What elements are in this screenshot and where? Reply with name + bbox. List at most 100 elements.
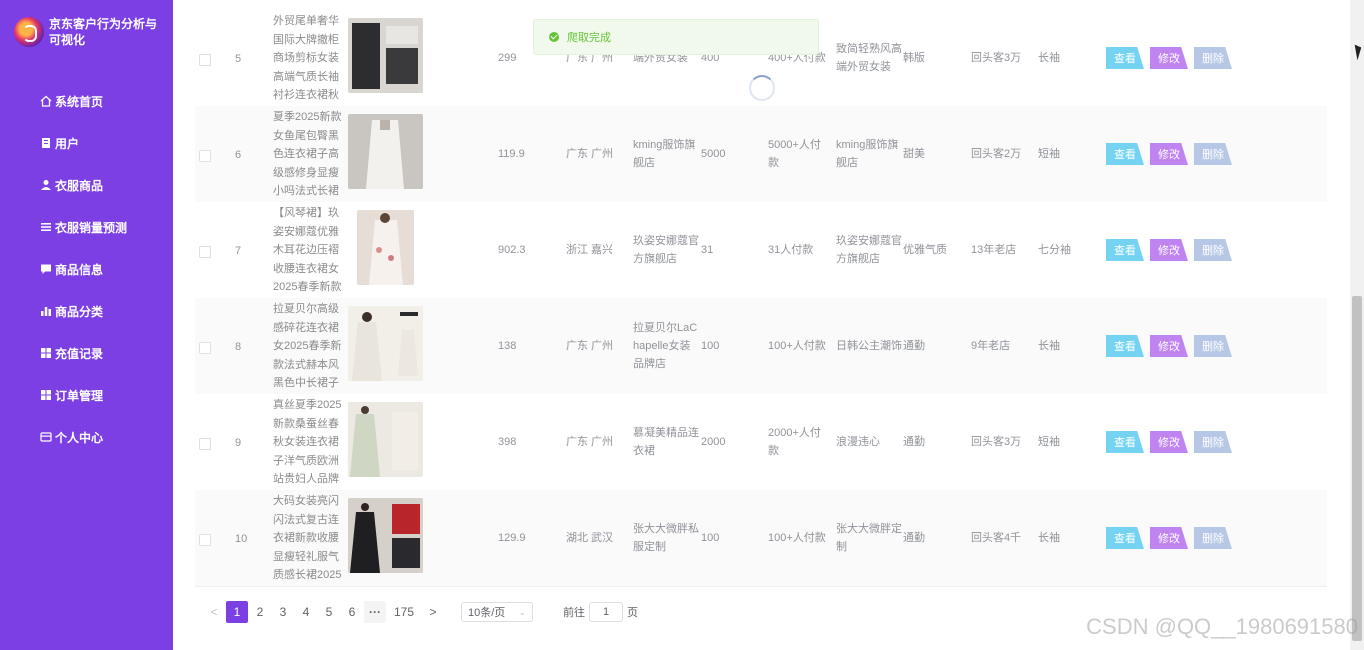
toast-message: 爬取完成 [567, 32, 611, 44]
price: 299 [498, 52, 517, 64]
sidebar-item-recharge[interactable]: 充值记录 [0, 332, 173, 374]
payment-count: 100+人付款 [768, 532, 826, 544]
row-index: 10 [235, 533, 248, 545]
delete-button[interactable]: 删除 [1194, 47, 1232, 69]
repurchase: 回头客3万 [971, 52, 1022, 64]
shop-name: 张大大微胖私服定制 [633, 523, 699, 553]
table-row: 9 真丝夏季2025新款桑蚕丝春秋女装连衣裙子洋气质欧洲站贵妇人品牌 398 广… [195, 394, 1327, 491]
page-6-button[interactable]: 6 [341, 601, 363, 623]
sleeve: 长袖 [1038, 532, 1060, 544]
row-checkbox[interactable] [199, 246, 211, 258]
table-row: 10 大码女装亮闪闪法式复古连衣裙新款收腰显瘦轻礼服气质感长裙2025 129.… [195, 490, 1327, 587]
product-name: 外贸尾单奢华国际大牌撤柜商场剪标女装高端气质长袖衬衫连衣裙秋 [273, 15, 339, 101]
loading-spinner-icon [749, 75, 775, 101]
style: 优雅气质 [903, 244, 947, 256]
row-checkbox[interactable] [199, 438, 211, 450]
prev-page-button[interactable]: < [203, 601, 225, 623]
page-2-button[interactable]: 2 [249, 601, 271, 623]
last-page-button[interactable]: 175 [393, 601, 415, 623]
page-1-button[interactable]: 1 [226, 601, 248, 623]
table-row: 7 【风琴裙】玖姿安娜蔻优雅木耳花边压褶收腰连衣裙女2025春季新款 902.3… [195, 202, 1327, 299]
delete-button[interactable]: 删除 [1194, 527, 1232, 549]
repurchase: 回头客2万 [971, 148, 1022, 160]
view-button[interactable]: 查看 [1106, 335, 1144, 357]
sidebar: 京东客户行为分析与可视化 系统首页 用户 衣服商品 衣服销量预测 商品信息 商品… [0, 0, 173, 650]
price: 398 [498, 436, 517, 448]
product-image [348, 498, 423, 573]
sidebar-item-clothing[interactable]: 衣服商品 [0, 164, 173, 206]
profile-icon [40, 431, 52, 443]
repurchase: 回头客4千 [971, 532, 1022, 544]
delete-button[interactable]: 删除 [1194, 239, 1232, 261]
sidebar-item-sales-forecast[interactable]: 衣服销量预测 [0, 206, 173, 248]
app-title: 京东客户行为分析与可视化 [49, 17, 158, 47]
page-3-button[interactable]: 3 [272, 601, 294, 623]
brand: 京东客户行为分析与可视化 [14, 16, 169, 48]
sidebar-item-profile[interactable]: 个人中心 [0, 416, 173, 458]
more-pages-button[interactable]: ··· [364, 601, 386, 623]
delete-button[interactable]: 删除 [1194, 143, 1232, 165]
sidebar-item-orders[interactable]: 订单管理 [0, 374, 173, 416]
edit-button[interactable]: 修改 [1150, 335, 1188, 357]
product-name: 大码女装亮闪闪法式复古连衣裙新款收腰显瘦轻礼服气质感长裙2025 [273, 495, 342, 581]
sleeve: 七分袖 [1038, 244, 1071, 256]
location: 湖北 武汉 [566, 532, 614, 544]
edit-button[interactable]: 修改 [1150, 239, 1188, 261]
brand-name: kming服饰旗舰店 [836, 139, 899, 169]
row-index: 6 [235, 149, 242, 161]
row-checkbox[interactable] [199, 54, 211, 66]
payment-count: 2000+人付款 [768, 427, 821, 457]
next-page-button[interactable]: > [422, 601, 444, 623]
style: 通勤 [903, 532, 925, 544]
vertical-scrollbar[interactable] [1350, 0, 1364, 650]
edit-button[interactable]: 修改 [1150, 143, 1188, 165]
view-button[interactable]: 查看 [1106, 431, 1144, 453]
table-row: 6 夏季2025新款女鱼尾包臀黑色连衣裙子高级感修身显瘦小吗法式长裙 119.9… [195, 106, 1327, 203]
repurchase: 回头客3万 [971, 436, 1022, 448]
payment-count: 31人付款 [768, 244, 814, 256]
grid-icon [40, 347, 52, 359]
style: 甜美 [903, 148, 925, 160]
delete-button[interactable]: 删除 [1194, 335, 1232, 357]
view-button[interactable]: 查看 [1106, 527, 1144, 549]
sidebar-item-product-info[interactable]: 商品信息 [0, 248, 173, 290]
sidebar-item-home[interactable]: 系统首页 [0, 80, 173, 122]
page-5-button[interactable]: 5 [318, 601, 340, 623]
delete-button[interactable]: 删除 [1194, 431, 1232, 453]
row-checkbox[interactable] [199, 534, 211, 546]
row-checkbox[interactable] [199, 150, 211, 162]
pagination: < 1 2 3 4 5 6 ··· 175 > 10条/页 ⌄ 前往 1 页 [203, 601, 638, 623]
sleeve: 短袖 [1038, 436, 1060, 448]
edit-button[interactable]: 修改 [1150, 527, 1188, 549]
view-button[interactable]: 查看 [1106, 47, 1144, 69]
product-name: 拉夏贝尔高级感碎花连衣裙女2025春季新款法式赫本风黑色中长裙子 [273, 303, 342, 389]
product-name: 真丝夏季2025新款桑蚕丝春秋女装连衣裙子洋气质欧洲站贵妇人品牌 [273, 399, 342, 485]
sidebar-item-users[interactable]: 用户 [0, 122, 173, 164]
edit-button[interactable]: 修改 [1150, 47, 1188, 69]
sidebar-item-label: 商品分类 [55, 304, 104, 319]
location: 浙江 嘉兴 [566, 244, 614, 256]
style: 韩版 [903, 52, 925, 64]
success-toast: 爬取完成 [533, 19, 819, 55]
sidebar-item-label: 衣服商品 [55, 178, 104, 193]
sales: 100 [701, 340, 720, 352]
sleeve: 短袖 [1038, 148, 1060, 160]
scrollbar-thumb[interactable] [1352, 296, 1362, 641]
view-button[interactable]: 查看 [1106, 239, 1144, 261]
page-size-select[interactable]: 10条/页 ⌄ [461, 602, 533, 622]
product-image [348, 306, 423, 381]
row-checkbox[interactable] [199, 342, 211, 354]
watermark: CSDN @QQ__1980691580 [1086, 614, 1358, 639]
sidebar-item-product-category[interactable]: 商品分类 [0, 290, 173, 332]
shop-name: kming服饰旗舰店 [633, 139, 696, 169]
message-icon [40, 263, 52, 275]
goto-label: 前往 [563, 607, 585, 619]
shop-name: 拉夏贝尔LaChapelle女装品牌店 [633, 322, 698, 370]
goto-page-input[interactable]: 1 [589, 602, 623, 622]
page-4-button[interactable]: 4 [295, 601, 317, 623]
view-button[interactable]: 查看 [1106, 143, 1144, 165]
edit-button[interactable]: 修改 [1150, 431, 1188, 453]
sidebar-item-label: 个人中心 [55, 430, 104, 445]
sidebar-item-label: 衣服销量预测 [55, 220, 128, 235]
brand-name: 致简轻熟风高端外贸女装 [836, 43, 902, 73]
